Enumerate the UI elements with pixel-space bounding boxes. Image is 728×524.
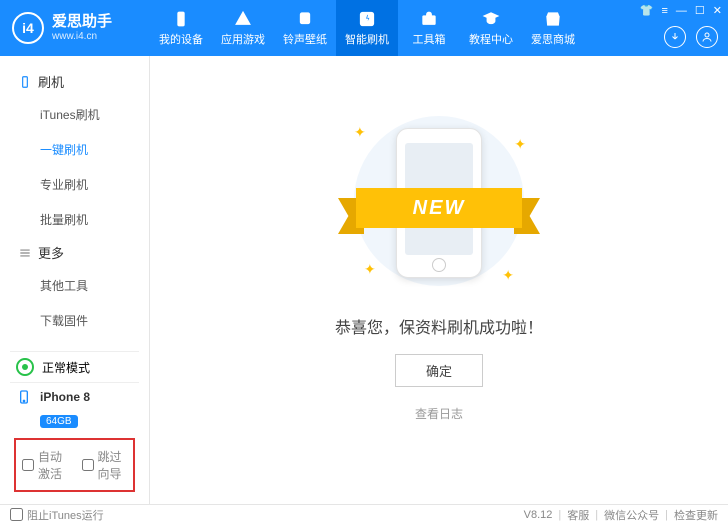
brand-name: 爱思助手 xyxy=(52,13,112,31)
download-button[interactable] xyxy=(664,26,686,48)
wechat-link[interactable]: 微信公众号 xyxy=(604,507,659,523)
brand-logo-icon: i4 xyxy=(12,12,44,44)
device-mode-row[interactable]: 正常模式 xyxy=(10,351,139,382)
nav-label: 教程中心 xyxy=(469,31,513,47)
confirm-button[interactable]: 确定 xyxy=(395,354,483,387)
device-capacity-badge: 64GB xyxy=(40,415,78,428)
mode-label: 正常模式 xyxy=(42,359,90,376)
nav-label: 爱思商城 xyxy=(531,31,575,47)
store-icon xyxy=(544,10,562,28)
flash-options-highlight: 自动激活 跳过向导 xyxy=(14,438,135,492)
view-log-link[interactable]: 查看日志 xyxy=(415,405,463,422)
sidebar-item[interactable]: iTunes刷机 xyxy=(0,97,149,132)
ribbon-text: NEW xyxy=(356,188,522,228)
user-button[interactable] xyxy=(696,26,718,48)
nav-label: 铃声壁纸 xyxy=(283,31,327,47)
close-icon[interactable]: ✕ xyxy=(713,4,722,17)
brand-url: www.i4.cn xyxy=(52,31,112,43)
apps-icon xyxy=(234,10,252,28)
top-nav: 我的设备 应用游戏 铃声壁纸 智能刷机 工具箱 教程中心 爱思商城 xyxy=(150,0,584,56)
minimize-icon[interactable]: — xyxy=(676,5,687,17)
status-bar: 阻止iTunes运行 V8.12 | 客服 | 微信公众号 | 检查更新 xyxy=(0,504,728,524)
success-message: 恭喜您，保资料刷机成功啦！ xyxy=(335,314,543,338)
sidebar-item[interactable]: 批量刷机 xyxy=(0,202,149,237)
sidebar-item[interactable]: 专业刷机 xyxy=(0,167,149,202)
nav-item-store[interactable]: 爱思商城 xyxy=(522,0,584,56)
nav-item-flash[interactable]: 智能刷机 xyxy=(336,0,398,56)
sidebar-item[interactable]: 一键刷机 xyxy=(0,132,149,167)
sidebar-section-header[interactable]: 更多 xyxy=(0,237,149,268)
menu-icon[interactable]: ≡ xyxy=(661,5,667,17)
device-name: iPhone 8 xyxy=(40,390,90,404)
tutorial-icon xyxy=(482,10,500,28)
app-header: i4 爱思助手 www.i4.cn 我的设备 应用游戏 铃声壁纸 智能刷机 工具箱 教程中… xyxy=(0,0,728,56)
nav-item-toolbox[interactable]: 工具箱 xyxy=(398,0,460,56)
success-illustration: ✦✦ ✦✦ NEW xyxy=(334,106,544,286)
phone-icon xyxy=(16,389,32,405)
nav-item-ringtone[interactable]: 铃声壁纸 xyxy=(274,0,336,56)
nav-item-device[interactable]: 我的设备 xyxy=(150,0,212,56)
nav-label: 工具箱 xyxy=(413,31,446,47)
window-controls: 👕 ≡ — ☐ ✕ xyxy=(640,4,722,17)
maximize-icon[interactable]: ☐ xyxy=(695,4,705,17)
toolbox-icon xyxy=(420,10,438,28)
nav-label: 应用游戏 xyxy=(221,31,265,47)
brand-block: i4 爱思助手 www.i4.cn xyxy=(0,12,150,44)
support-link[interactable]: 客服 xyxy=(567,507,589,523)
list-icon xyxy=(18,246,32,260)
main-content: ✦✦ ✦✦ NEW 恭喜您，保资料刷机成功啦！ 确定 查看日志 xyxy=(150,56,728,504)
check-update-link[interactable]: 检查更新 xyxy=(674,507,718,523)
sidebar-item[interactable]: 高级功能 xyxy=(0,338,149,345)
block-itunes-checkbox[interactable]: 阻止iTunes运行 xyxy=(10,507,104,523)
sidebar-section-header[interactable]: 刷机 xyxy=(0,66,149,97)
device-icon xyxy=(172,10,190,28)
skin-icon[interactable]: 👕 xyxy=(640,4,654,17)
sidebar-item[interactable]: 其他工具 xyxy=(0,268,149,303)
ringtone-icon xyxy=(296,10,314,28)
flash-icon xyxy=(358,10,376,28)
sidebar: 刷机iTunes刷机一键刷机专业刷机批量刷机更多其他工具下载固件高级功能 正常模… xyxy=(0,56,150,504)
nav-label: 智能刷机 xyxy=(345,31,389,47)
phone-icon xyxy=(18,75,32,89)
device-row[interactable]: iPhone 8 64GB xyxy=(10,382,139,434)
nav-item-tutorial[interactable]: 教程中心 xyxy=(460,0,522,56)
version-label: V8.12 xyxy=(524,509,553,521)
status-normal-icon xyxy=(16,358,34,376)
nav-item-apps[interactable]: 应用游戏 xyxy=(212,0,274,56)
skip-guide-checkbox[interactable]: 跳过向导 xyxy=(82,448,128,482)
nav-label: 我的设备 xyxy=(159,31,203,47)
auto-activate-checkbox[interactable]: 自动激活 xyxy=(22,448,68,482)
sidebar-item[interactable]: 下载固件 xyxy=(0,303,149,338)
